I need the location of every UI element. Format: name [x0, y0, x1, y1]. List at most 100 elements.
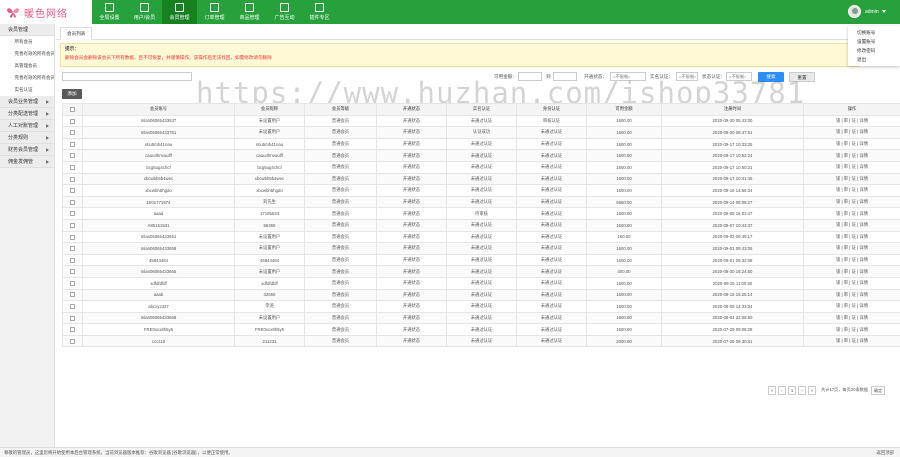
row-action-3[interactable]: 详情	[859, 153, 868, 158]
member-account-link[interactable]: aaaa	[82, 207, 235, 220]
keyword-input[interactable]	[62, 72, 192, 81]
sidebar-item[interactable]: 所有会员	[0, 36, 54, 48]
amount-max-input[interactable]	[553, 72, 577, 81]
nav-item-4[interactable]: 商品管理	[232, 0, 267, 24]
row-action-3[interactable]: 详情	[859, 211, 868, 216]
row-checkbox[interactable]	[70, 234, 75, 240]
row-checkbox[interactable]	[70, 164, 75, 170]
member-account-link[interactable]: mlan06065433637	[82, 114, 235, 128]
member-account-link[interactable]: aaab	[82, 288, 235, 302]
nav-item-2[interactable]: 会员管理	[162, 0, 197, 24]
sidebar-item[interactable]: 完善有效的所有会员	[0, 48, 54, 60]
row-action-3[interactable]: 详情	[859, 338, 868, 343]
user-menu-item[interactable]: 修改密码	[848, 46, 900, 55]
row-action-3[interactable]: 详情	[859, 315, 868, 320]
row-checkbox[interactable]	[70, 315, 75, 321]
sidebar-group[interactable]: 会员业务管理	[0, 96, 54, 108]
row-checkbox[interactable]	[70, 176, 75, 182]
row-checkbox[interactable]	[70, 269, 75, 275]
sidebar-group[interactable]: 人工对账管理	[0, 120, 54, 132]
amount-min-input[interactable]	[518, 72, 542, 81]
row-checkbox[interactable]	[70, 118, 75, 124]
next-page-button[interactable]: ›	[798, 385, 806, 395]
page-number[interactable]: 1	[788, 385, 796, 395]
member-account-link[interactable]: cauu4hnvuulff	[82, 149, 235, 162]
tab-member-list[interactable]: 会员列表	[60, 27, 93, 40]
sidebar-group[interactable]: 分类配送管理	[0, 108, 54, 120]
sidebar-item[interactable]: 实名认证	[0, 84, 54, 96]
member-account-link[interactable]: FRE0xxx8h5y5	[82, 323, 235, 336]
member-account-link[interactable]: A85151531	[82, 218, 235, 232]
row-checkbox[interactable]	[70, 130, 75, 136]
row-checkbox[interactable]	[70, 338, 75, 344]
sidebar-group[interactable]: 佣金发佣管	[0, 156, 54, 168]
search-button[interactable]: 搜索	[758, 72, 784, 82]
row-action-3[interactable]: 详情	[859, 187, 868, 192]
member-account-link[interactable]: xbcwbh5hgdo	[82, 184, 235, 197]
row-checkbox[interactable]	[70, 211, 75, 217]
member-account-link[interactable]: mlan06065433651	[82, 230, 235, 244]
row-action-3[interactable]: 详情	[859, 269, 868, 274]
row-checkbox[interactable]	[70, 246, 75, 252]
row-action-3[interactable]: 详情	[859, 280, 868, 285]
member-account-link[interactable]: mlan06065433665	[82, 265, 235, 278]
sidebar-group[interactable]: 财务会员管理	[0, 144, 54, 156]
nav-item-3[interactable]: 订单管理	[197, 0, 232, 24]
user-menu-item[interactable]: 设置账号	[848, 37, 900, 46]
sidebar-group[interactable]: 分类规则	[0, 132, 54, 144]
row-action-3[interactable]: 详情	[859, 222, 868, 227]
row-action-3[interactable]: 详情	[859, 141, 868, 146]
prev-page-button[interactable]: ‹	[778, 385, 786, 395]
row-checkbox[interactable]	[70, 199, 75, 205]
nav-item-6[interactable]: 插件专区	[302, 0, 337, 24]
member-account-link[interactable]: mlan06065433751	[82, 126, 235, 139]
back-to-top-link[interactable]: 返回顶部	[876, 448, 894, 457]
reset-button[interactable]: 重置	[789, 72, 815, 82]
go-button[interactable]: 确定	[871, 385, 886, 395]
sidebar-group[interactable]: 会员管理	[0, 24, 54, 36]
row-action-3[interactable]: 详情	[859, 164, 868, 169]
status-select[interactable]: =不限制=	[726, 72, 752, 81]
select-all-checkbox[interactable]	[70, 106, 75, 112]
row-action-3[interactable]: 详情	[859, 176, 868, 181]
user-menu-toggle[interactable]: admin	[848, 5, 886, 18]
member-account-link[interactable]: xdfdfdfdf	[82, 276, 235, 290]
row-action-3[interactable]: 详情	[859, 327, 868, 332]
row-action-3[interactable]: 详情	[859, 303, 868, 308]
row-checkbox[interactable]	[70, 188, 75, 194]
nav-item-5[interactable]: 广告互动	[267, 0, 302, 24]
row-checkbox[interactable]	[70, 222, 75, 228]
row-checkbox[interactable]	[70, 327, 75, 333]
row-action-3[interactable]: 详情	[859, 129, 868, 134]
add-button[interactable]: 添加	[62, 89, 82, 99]
row-checkbox[interactable]	[70, 153, 75, 159]
member-account-link[interactable]: 45844484	[82, 253, 235, 267]
row-checkbox[interactable]	[70, 257, 75, 263]
row-checkbox[interactable]	[70, 141, 75, 147]
row-action-3[interactable]: 详情	[859, 257, 868, 262]
row-action-3[interactable]: 详情	[859, 245, 868, 250]
row-checkbox[interactable]	[70, 304, 75, 310]
row-action-3[interactable]: 详情	[859, 292, 868, 297]
member-account-link[interactable]: mlan06065433668	[82, 311, 235, 325]
first-page-button[interactable]: «	[768, 385, 776, 395]
realname-select[interactable]: =不限制=	[676, 72, 698, 81]
nav-item-0[interactable]: 全局设置	[92, 0, 127, 24]
member-account-link[interactable]: cccz10	[82, 334, 235, 348]
nav-item-1[interactable]: 用户/会员	[127, 0, 162, 24]
member-account-link[interactable]: bcg5ug4chcf	[82, 160, 235, 174]
member-account-link[interactable]: xbcwbh5b4wec	[82, 172, 235, 186]
row-checkbox[interactable]	[70, 280, 75, 286]
member-account-link[interactable]: abcxyz327	[82, 300, 235, 313]
row-action-3[interactable]: 详情	[859, 118, 868, 123]
brand-logo[interactable]: 暖色网络	[0, 0, 92, 24]
sidebar-item[interactable]: 完善有效的所有会员	[0, 72, 54, 84]
last-page-button[interactable]: »	[808, 385, 816, 395]
open-status-select[interactable]: =不限制=	[610, 72, 646, 81]
sidebar-item[interactable]: 高管理会员	[0, 60, 54, 72]
member-account-link[interactable]: ntiu5mh41nau	[82, 137, 235, 151]
user-menu-item[interactable]: 退出	[848, 55, 900, 64]
member-account-link[interactable]: mlan06065433659	[82, 242, 235, 255]
user-menu-item[interactable]: 切换账号	[848, 28, 900, 37]
row-checkbox[interactable]	[70, 292, 75, 298]
